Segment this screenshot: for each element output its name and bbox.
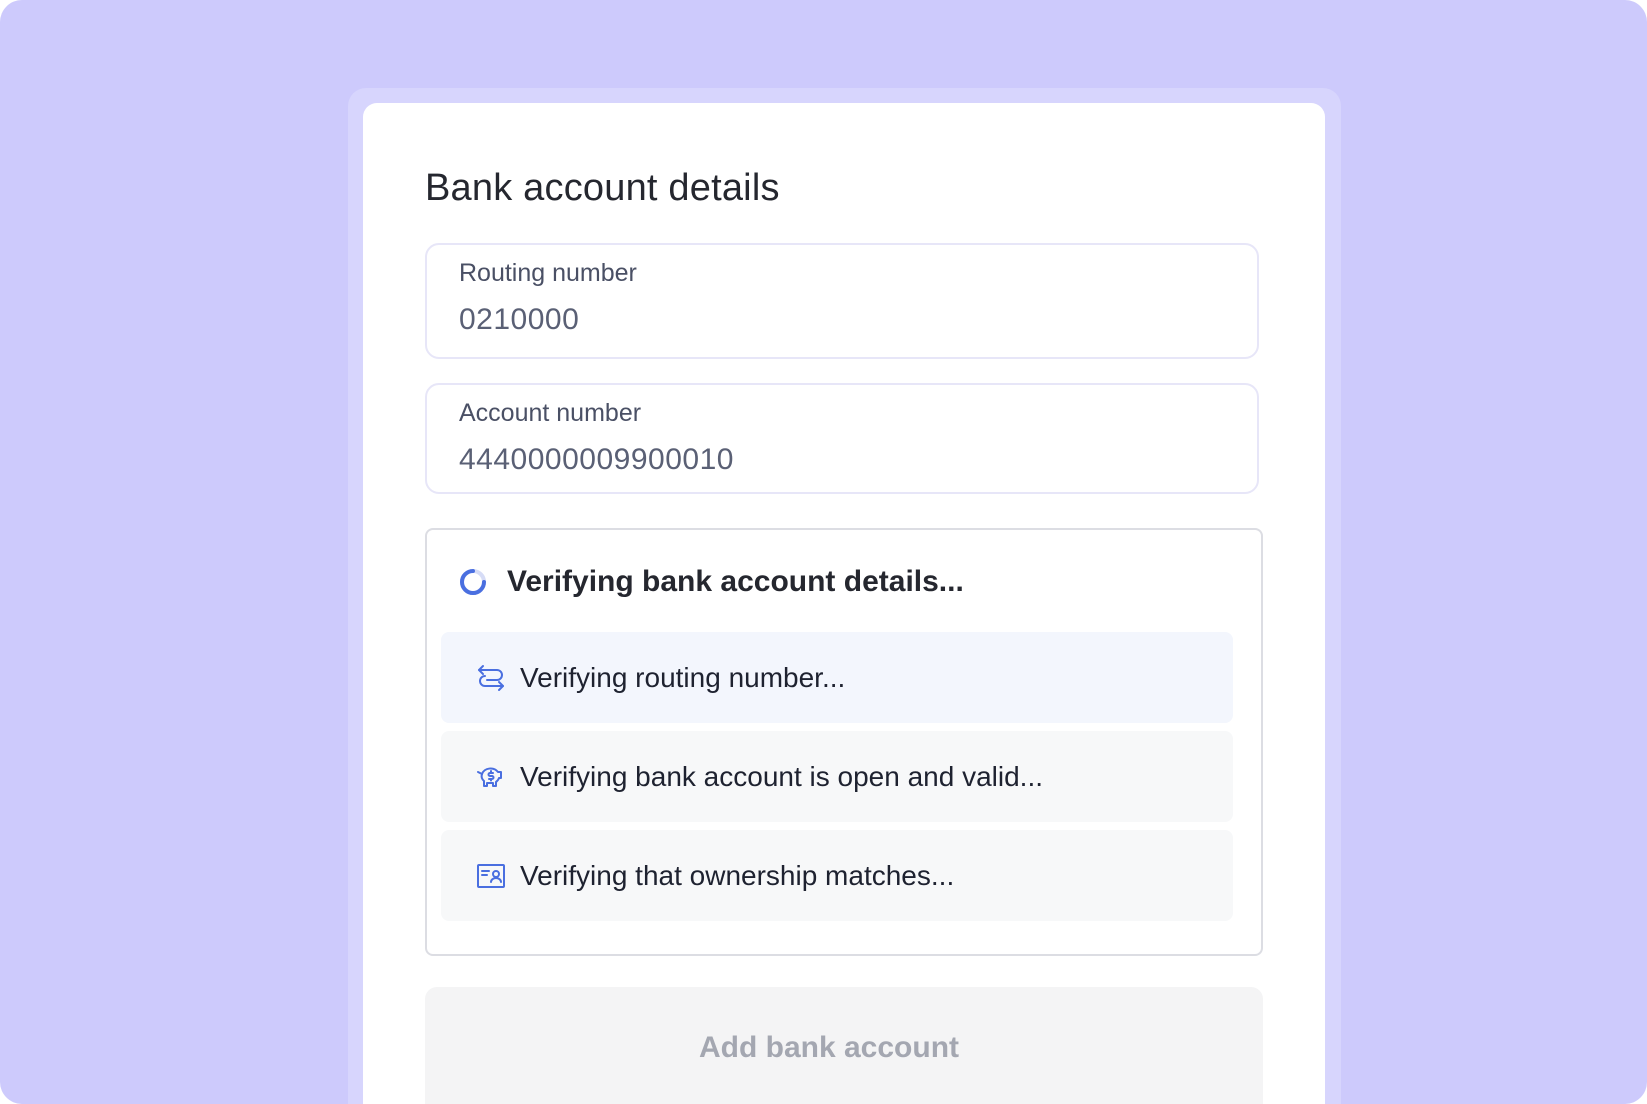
add-bank-account-label: Add bank account xyxy=(698,1031,960,1064)
routing-number-label: Routing number xyxy=(459,259,637,287)
add-bank-account-button[interactable]: Add bank account xyxy=(425,987,1263,1104)
step-label: Verifying bank account is open and valid… xyxy=(520,760,1044,792)
routing-number-input[interactable]: 0210000 xyxy=(459,303,579,337)
piggy-bank-dollar-icon xyxy=(474,760,508,794)
loading-spinner-icon xyxy=(460,569,486,595)
arrows-exchange-icon xyxy=(474,661,508,695)
step-verify-routing: Verifying routing number... xyxy=(441,632,1233,723)
verification-title: Verifying bank account details... xyxy=(507,565,964,598)
page-title: Bank account details xyxy=(425,167,780,209)
id-card-person-icon xyxy=(474,859,508,893)
account-number-label: Account number xyxy=(459,399,642,427)
bank-account-card: Bank account details Routing number 0210… xyxy=(363,103,1325,1104)
page-backdrop: Bank account details Routing number 0210… xyxy=(0,0,1647,1104)
verification-panel: Verifying bank account details... Verify… xyxy=(425,528,1263,956)
step-label: Verifying that ownership matches... xyxy=(520,859,955,891)
verification-header: Verifying bank account details... xyxy=(459,562,964,602)
step-verify-open-valid: Verifying bank account is open and valid… xyxy=(441,731,1233,822)
step-label: Verifying routing number... xyxy=(520,661,846,693)
step-verify-ownership: Verifying that ownership matches... xyxy=(441,830,1233,921)
account-number-field[interactable]: Account number 4440000009900010 xyxy=(425,383,1259,494)
routing-number-field[interactable]: Routing number 0210000 xyxy=(425,243,1259,359)
account-number-input[interactable]: 4440000009900010 xyxy=(459,443,734,477)
